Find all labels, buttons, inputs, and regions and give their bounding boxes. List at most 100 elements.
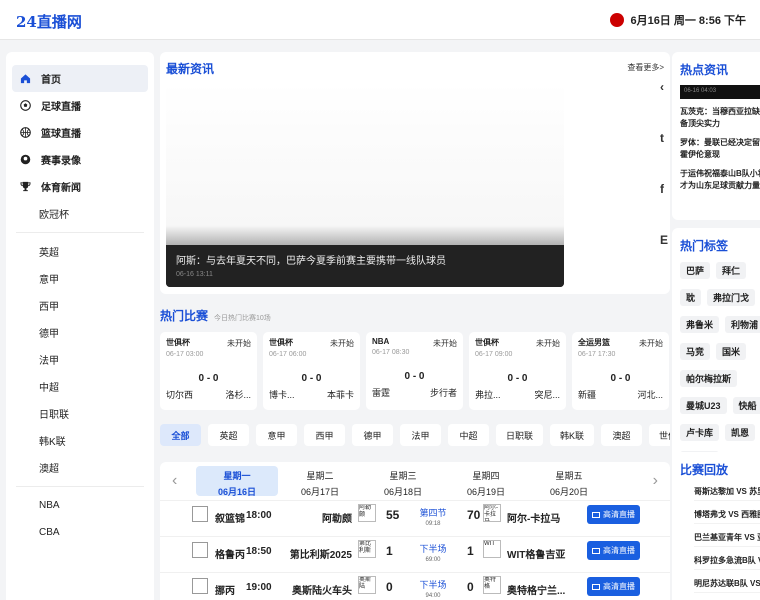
hd-live-button[interactable]: 高清直播: [587, 577, 640, 596]
day-tab[interactable]: 星期一 06月16日: [196, 466, 278, 497]
hd-live-button[interactable]: 高清直播: [587, 541, 640, 560]
filter-chip[interactable]: 全部: [160, 424, 201, 446]
basketball-icon: [20, 127, 31, 138]
row-clock: 94:00: [425, 593, 441, 599]
tag-chip[interactable]: 快船: [732, 397, 760, 414]
row-home-team: 奥斯陆火车头: [292, 586, 352, 597]
hot-news-line: 罗体：曼联已经决定留下桑: [680, 138, 760, 147]
sidebar-item-football[interactable]: 足球直播: [12, 92, 148, 119]
hot-news-item[interactable]: 瓦茨克：当穆西亚拉缺阵时备顶尖实力: [680, 106, 760, 130]
sidebar-item-basketball[interactable]: 篮球直播: [12, 119, 148, 146]
row-status: 下半场 94:00: [412, 578, 454, 599]
sidebar-item-league[interactable]: 意甲: [12, 265, 148, 292]
home-icon: [20, 73, 31, 84]
sidebar-item-home[interactable]: 首页: [12, 65, 148, 92]
sidebar-item-league[interactable]: 德甲: [12, 319, 148, 346]
news-item-glyph[interactable]: t: [660, 131, 670, 182]
sidebar-item-league[interactable]: 澳超: [12, 454, 148, 481]
latest-news-title: 最新资讯: [166, 62, 215, 76]
hot-match-card[interactable]: 世俱杯 未开始 06-17 03:00 0 - 0 切尔西 洛杉...: [160, 332, 257, 410]
site-logo[interactable]: 24直播网: [16, 11, 82, 32]
match-score: 0 - 0: [198, 373, 219, 384]
filter-chip[interactable]: 世俱杯: [649, 424, 670, 446]
day-tab[interactable]: 星期五 06月20日: [528, 466, 610, 497]
day-tab[interactable]: 星期二 06月17日: [279, 466, 361, 497]
away-team-logo: 奥特格: [483, 576, 501, 594]
row-status-text: 下半场: [419, 544, 447, 554]
tag-chip[interactable]: 弗拉门戈: [707, 289, 756, 306]
hot-news-line: 瓦茨克：当穆西亚拉缺阵时: [680, 107, 760, 116]
hero-news-card[interactable]: 阿斯：与去年夏天不同，巴萨今夏季前赛主要携带一线队球员 06-16 13:11: [166, 82, 564, 287]
filter-chip[interactable]: 法甲: [400, 424, 441, 446]
hot-match-card[interactable]: 全运男篮 未开始 06-17 17:30 0 - 0 新疆 河北...: [572, 332, 669, 410]
sidebar-item-league[interactable]: 日职联: [12, 400, 148, 427]
prev-day-arrow-icon[interactable]: ‹: [172, 472, 177, 490]
schedule-row[interactable]: 叙篮锦 18:00 阿勒颇 阿勒颇 55 第四节 09:18 70 阿尔-卡拉马 阿尔-卡拉马 高清…: [160, 500, 670, 534]
filter-chip[interactable]: 中超: [448, 424, 489, 446]
row-home-team: 第比利斯2025: [289, 550, 352, 561]
sidebar-item-replay[interactable]: 赛事录像: [12, 146, 148, 173]
replay-item[interactable]: 博塔弗戈 VS 西雅图海: [694, 509, 760, 524]
filter-chip[interactable]: 韩K联: [550, 424, 595, 446]
day-tab[interactable]: 星期三 06月18日: [362, 466, 444, 497]
filter-chip[interactable]: 德甲: [352, 424, 393, 446]
sidebar-item-league[interactable]: 西甲: [12, 292, 148, 319]
tag-chip[interactable]: 拜仁: [716, 262, 747, 279]
day-weekday: 星期二: [306, 471, 334, 481]
sidebar-item-league[interactable]: 英超: [12, 238, 148, 265]
replay-item[interactable]: 巴兰基亚青年 VS 亚特: [694, 532, 760, 547]
filter-chip[interactable]: 西甲: [304, 424, 345, 446]
next-day-arrow-icon[interactable]: ›: [653, 472, 658, 490]
tag-chip[interactable]: 弗鲁米: [680, 316, 720, 333]
tag-chip[interactable]: 帕尔梅拉斯: [680, 370, 738, 387]
hot-matches-header: 热门比赛 今日热门比赛10场: [160, 307, 271, 324]
sidebar-item-league[interactable]: 韩K联: [12, 427, 148, 454]
sidebar-item-league[interactable]: 中超: [12, 373, 148, 400]
filter-chip[interactable]: 意甲: [256, 424, 297, 446]
sidebar-item-ucl[interactable]: 欧冠杯: [12, 200, 148, 227]
sidebar-item-league[interactable]: 法甲: [12, 346, 148, 373]
hot-match-card[interactable]: 世俱杯 未开始 06-17 06:00 0 - 0 博卡... 本菲卡: [263, 332, 360, 410]
home-team: 雷霆: [372, 388, 391, 398]
filter-chip[interactable]: 澳超: [601, 424, 643, 446]
filter-chip[interactable]: 英超: [208, 424, 249, 446]
hot-news-image[interactable]: 06-16 04:03: [680, 85, 760, 99]
sidebar-item-news[interactable]: 体育新闻: [12, 173, 148, 200]
match-time: 06-17 17:30: [578, 351, 616, 358]
tag-chip[interactable]: 马竞: [680, 343, 711, 360]
hot-news-item[interactable]: 罗体：曼联已经决定留下桑霍伊伦意现: [680, 137, 760, 161]
replay-item[interactable]: 哥斯达黎加 VS 苏里南: [694, 486, 760, 501]
sidebar-item-basketball-league[interactable]: NBA: [12, 492, 148, 519]
day-tab[interactable]: 星期四 06月19日: [445, 466, 527, 497]
news-item-glyph[interactable]: f: [660, 182, 670, 233]
sidebar-item-basketball-league[interactable]: CBA: [12, 519, 148, 546]
row-clock: 69:00: [425, 557, 441, 563]
latest-news-panel: 最新资讯 查看更多> 阿斯：与去年夏天不同，巴萨今夏季前赛主要携带一线队球员 0…: [160, 52, 670, 294]
tag-chip[interactable]: 利物浦: [725, 316, 760, 333]
tag-chip[interactable]: 耽: [680, 289, 702, 306]
row-status: 下半场 69:00: [412, 542, 454, 563]
schedule-row[interactable]: 格鲁丙 18:50 第比利斯2025 第比利斯 1 下半场 69:00 1 WIT WIT格鲁吉亚…: [160, 536, 670, 570]
schedule-row[interactable]: 挪丙 19:00 奥斯陆火车头 奥斯陆 0 下半场 94:00 0 奥特格 奥特格宁兰... 高清直…: [160, 572, 670, 600]
hot-news-item[interactable]: 于运伟祝福泰山B队小将： 才为山东足球贡献力量: [680, 168, 760, 192]
view-more-link[interactable]: 查看更多>: [627, 62, 664, 73]
replay-item[interactable]: 明尼苏达联B队 VS 艾: [694, 578, 760, 593]
hot-match-card[interactable]: 世俱杯 未开始 06-17 09:00 0 - 0 弗拉... 突尼...: [469, 332, 566, 410]
tag-chip[interactable]: 国米: [716, 343, 747, 360]
hd-live-button[interactable]: 高清直播: [587, 505, 640, 524]
news-item-glyph[interactable]: E: [660, 233, 670, 284]
row-away-team: 阿尔-卡拉马: [507, 514, 561, 525]
tag-chip[interactable]: 曼城U23: [680, 397, 727, 414]
row-time: 18:50: [246, 546, 272, 557]
tag-chip[interactable]: 凯恩: [725, 424, 756, 441]
home-team-logo: 第比利斯: [358, 540, 376, 558]
hot-match-card[interactable]: NBA 未开始 06-17 08:30 0 - 0 雷霆 步行者: [366, 332, 463, 410]
tag-chip[interactable]: 巴萨: [680, 262, 711, 279]
filter-chip[interactable]: 日职联: [496, 424, 544, 446]
tag-chip[interactable]: 卢卡库: [680, 424, 720, 441]
replay-item[interactable]: 科罗拉多急流B队 VS: [694, 555, 760, 570]
datetime-display: 6月16日 周一 8:56 下午: [610, 12, 746, 28]
match-time: 06-17 08:30: [372, 349, 410, 356]
row-away-score: 70: [467, 508, 481, 522]
news-item-glyph[interactable]: ‹: [660, 80, 670, 131]
